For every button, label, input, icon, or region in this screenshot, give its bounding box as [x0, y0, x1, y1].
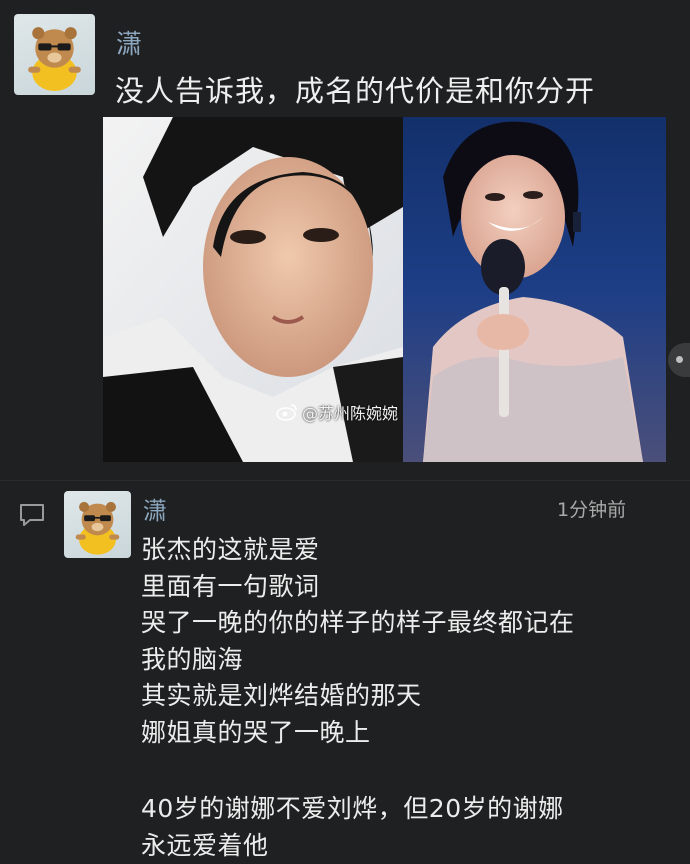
comment-line: 其实就是刘烨结婚的那天: [141, 678, 575, 715]
post-author-name[interactable]: 潇: [116, 24, 142, 61]
post-text: 没人告诉我，成名的代价是和你分开: [115, 68, 595, 110]
sunglasses-bear-avatar-icon: [14, 14, 95, 95]
comment-timestamp: 1分钟前: [557, 495, 626, 522]
post-avatar[interactable]: [14, 14, 95, 95]
section-divider: [0, 480, 690, 481]
weibo-icon: [276, 403, 298, 421]
comment-line: 哭了一晚的你的样子的样子最终都记在: [141, 605, 575, 642]
comment-author-name[interactable]: 潇: [143, 491, 167, 526]
comment-body: 张杰的这就是爱 里面有一句歌词 哭了一晚的你的样子的样子最终都记在 我的脑海 其…: [141, 532, 575, 864]
image-watermark: @苏州陈婉婉: [276, 400, 398, 424]
comment-line: 娜姐真的哭了一晚上: [141, 715, 575, 752]
scroll-handle[interactable]: [668, 343, 690, 377]
comment-line-blank: [141, 751, 575, 791]
comment-bubble-icon[interactable]: [18, 502, 46, 528]
comment-line: 里面有一句歌词: [141, 569, 575, 606]
watermark-text: @苏州陈婉婉: [302, 400, 398, 424]
sunglasses-bear-avatar-icon: [64, 491, 131, 558]
comment-line: 40岁的谢娜不爱刘烨，但20岁的谢娜: [141, 791, 575, 828]
comment-line: 我的脑海: [141, 642, 575, 679]
comment-avatar[interactable]: [64, 491, 131, 558]
comment-line: 永远爱着他: [141, 828, 575, 864]
comment-line: 张杰的这就是爱: [141, 532, 575, 569]
